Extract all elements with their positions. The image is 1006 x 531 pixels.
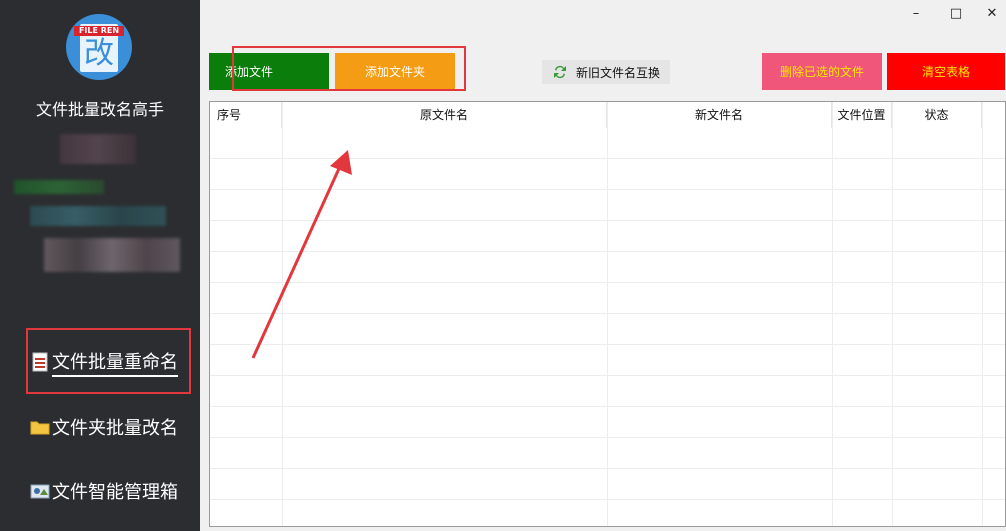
minimize-button[interactable]: – [906,6,926,22]
row-divider [210,158,1005,159]
nav-label: 文件批量重命名 [52,348,178,377]
col-header-original-name[interactable]: 原文件名 [282,102,607,128]
clear-table-label: 清空表格 [921,65,970,79]
file-table[interactable]: 序号 原文件名 新文件名 文件位置 状态 [209,101,1006,527]
row-divider [210,189,1005,190]
app-title: 文件批量改名高手 [35,100,164,119]
row-divider [210,313,1005,314]
swap-arrows-icon [552,64,568,80]
row-divider [210,282,1005,283]
swap-names-label: 新旧文件名互换 [575,65,660,80]
blurred-info-3 [30,206,166,226]
row-divider [210,375,1005,376]
nav-file-manager[interactable]: 文件智能管理箱 [30,477,178,505]
swap-names-button[interactable]: 新旧文件名互换 [542,60,670,84]
blurred-info-1 [60,134,136,164]
blurred-info-4 [44,238,180,272]
nav-folder-rename[interactable]: 文件夹批量改名 [30,413,178,441]
manager-box-icon [30,481,50,501]
row-divider [210,251,1005,252]
delete-selected-label: 删除已选的文件 [779,65,864,79]
col-header-status[interactable]: 状态 [892,102,982,128]
row-divider [210,406,1005,407]
row-divider [210,437,1005,438]
table-header: 序号 原文件名 新文件名 文件位置 状态 [210,102,1005,128]
delete-selected-button[interactable]: 删除已选的文件 [762,53,882,90]
nav-batch-rename[interactable]: 文件批量重命名 [30,348,178,377]
table-body [210,128,1005,526]
toolbar-highlight-box [232,46,466,91]
close-button[interactable]: ✕ [982,6,1002,22]
logo-char: 改 [84,36,114,71]
file-list-icon [30,352,50,372]
row-divider [210,344,1005,345]
col-header-new-name[interactable]: 新文件名 [607,102,832,128]
row-divider [210,468,1005,469]
clear-table-button[interactable]: 清空表格 [887,53,1005,90]
folder-icon [30,417,50,437]
col-header-index[interactable]: 序号 [210,102,282,128]
row-divider [210,499,1005,500]
sidebar: FILE REN 改 文件批量改名高手 文件批量重命名 文件夹批量改名 文件智能… [0,0,200,531]
maximize-button[interactable]: □ [946,6,966,22]
logo-banner: FILE REN [74,26,124,36]
blurred-info-2 [14,180,104,194]
nav-label: 文件智能管理箱 [52,482,178,503]
app-logo: FILE REN 改 [66,14,132,80]
nav-label: 文件夹批量改名 [52,418,178,439]
col-header-location[interactable]: 文件位置 [832,102,892,128]
row-divider [210,220,1005,221]
